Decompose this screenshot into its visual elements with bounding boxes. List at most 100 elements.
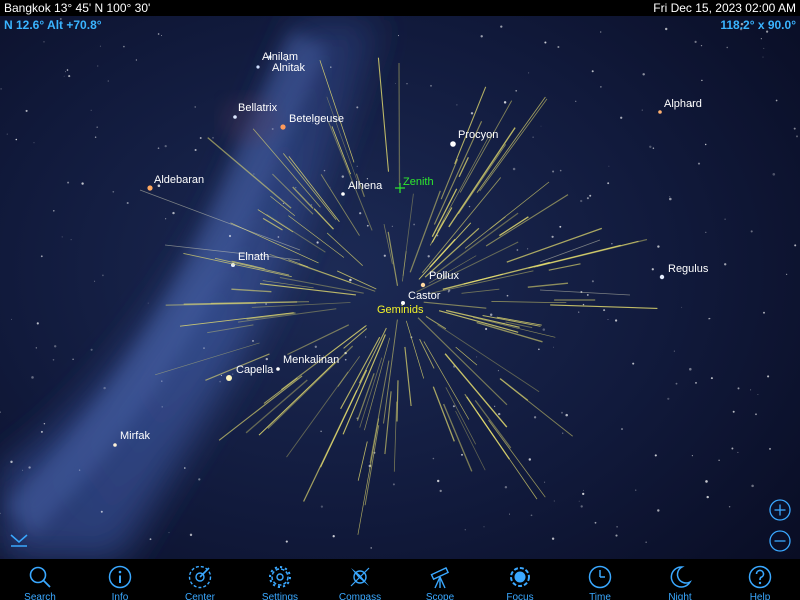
background-star [608,165,610,167]
zoom-out-button[interactable] [769,530,791,552]
background-star [316,241,319,244]
background-star [103,386,106,390]
star-label-elnath[interactable]: Elnath [238,251,269,263]
named-star[interactable] [256,65,260,69]
scope-button[interactable]: Scope [400,559,480,600]
background-star [172,211,175,215]
background-star [0,88,2,90]
background-star [689,367,692,371]
background-star [642,73,645,76]
background-star [277,236,280,238]
named-star[interactable] [276,367,280,371]
background-star [265,357,268,361]
background-star [220,374,222,376]
zoom-in-button[interactable] [769,499,791,521]
background-star [40,430,43,433]
background-star [365,336,367,338]
info-button[interactable]: Info [80,559,160,600]
star-label-alphard[interactable]: Alphard [664,98,702,110]
background-star [68,75,71,78]
background-star [657,509,660,512]
background-star [36,322,39,325]
background-star [22,469,24,471]
star-label-alnitak[interactable]: Alnitak [272,62,305,74]
background-star [294,186,297,189]
settings-button[interactable]: Settings [240,559,320,600]
named-star[interactable] [420,282,426,288]
named-star[interactable] [113,443,117,447]
star-label-aldebaran[interactable]: Aldebaran [154,174,204,186]
named-star[interactable] [659,274,665,280]
compass-button[interactable]: Compass [320,559,400,600]
named-star[interactable] [226,375,232,381]
background-star [52,359,55,361]
background-star [395,83,397,85]
background-star [600,31,602,33]
named-star[interactable] [658,110,662,114]
background-star [649,145,652,149]
background-star [527,248,529,250]
background-star [10,460,13,464]
background-star [6,133,8,135]
star-label-castor[interactable]: Castor [408,290,440,302]
star-label-capella[interactable]: Capella [236,364,273,376]
collapse-chevron-icon[interactable] [9,531,29,549]
star-label-betelgeuse[interactable]: Betelgeuse [289,113,344,125]
background-star [772,173,776,176]
background-star [705,480,708,483]
background-star [494,405,496,407]
background-star [94,280,96,282]
named-star[interactable] [147,185,153,191]
background-star [620,116,623,119]
sky-view[interactable] [0,0,800,600]
background-star [480,35,483,38]
help-label: Help [749,592,771,600]
help-button[interactable]: Help [720,559,800,600]
star-label-mirfak[interactable]: Mirfak [120,430,150,442]
background-star [669,197,672,201]
meteor-shower-label-geminids[interactable]: Geminids [377,304,423,316]
background-star [544,481,546,483]
center-button[interactable]: Center [160,559,240,600]
background-star [198,478,201,481]
star-label-menkalinan[interactable]: Menkalinan [283,354,339,366]
named-star[interactable] [341,192,345,196]
named-star[interactable] [280,124,286,130]
background-star [562,432,564,434]
background-star [341,175,345,178]
background-star [252,339,254,342]
background-star [669,196,671,198]
compass-label: Compass [338,592,382,600]
background-star [489,313,493,317]
background-star [697,162,701,165]
star-label-procyon[interactable]: Procyon [458,129,498,141]
night-button[interactable]: Night [640,559,720,600]
background-star [102,274,104,277]
star-label-pollux[interactable]: Pollux [429,270,459,282]
background-star [763,311,765,314]
background-star [760,38,762,40]
plus-circle-icon [769,499,791,521]
background-star [528,458,532,461]
meteor-trail [398,62,401,186]
background-star [553,500,555,502]
background-star [15,138,18,141]
star-label-regulus[interactable]: Regulus [668,263,708,275]
background-star [582,489,584,491]
background-star [430,84,432,87]
background-star [731,447,734,450]
background-star [706,495,709,499]
named-star[interactable] [450,141,456,147]
search-button[interactable]: Search [0,559,80,600]
focus-button[interactable]: Focus [480,559,560,600]
named-star[interactable] [233,115,237,119]
background-star [282,202,284,204]
star-label-alhena[interactable]: Alhena [348,180,382,192]
background-star [40,255,43,258]
star-label-bellatrix[interactable]: Bellatrix [238,102,277,114]
time-button[interactable]: Time [560,559,640,600]
background-star [470,112,474,115]
focus-label: Focus [506,592,534,600]
help-icon [748,565,772,589]
background-star [591,70,594,73]
